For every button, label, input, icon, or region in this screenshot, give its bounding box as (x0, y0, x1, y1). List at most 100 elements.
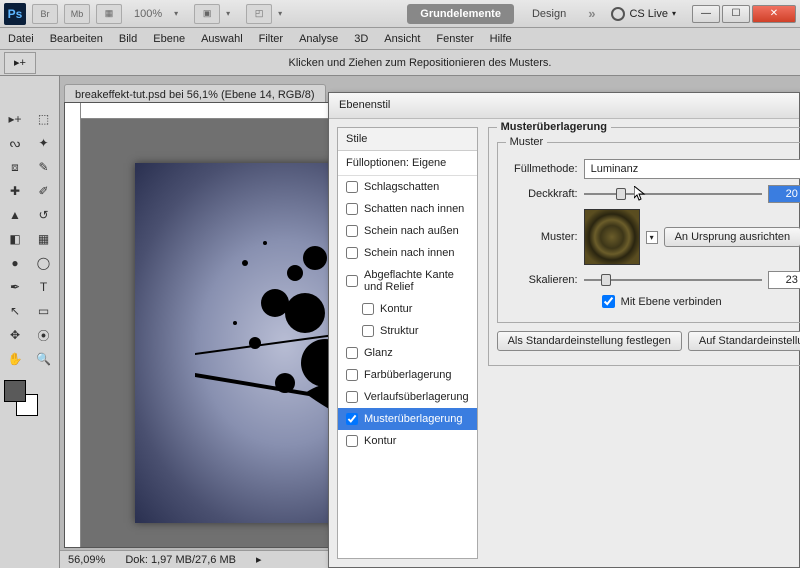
crop-tool[interactable]: ⧈ (2, 156, 28, 178)
menu-hilfe[interactable]: Hilfe (490, 33, 512, 45)
style-item[interactable]: Glanz (338, 342, 477, 364)
pattern-thumbnail[interactable] (584, 209, 640, 265)
status-more-icon[interactable]: ▸ (256, 553, 262, 566)
menu-bild[interactable]: Bild (119, 33, 137, 45)
workspace-design[interactable]: Design (520, 5, 578, 23)
workspace-more[interactable]: » (584, 6, 599, 21)
current-tool-icon[interactable]: ▸+ (4, 52, 36, 74)
style-item[interactable]: Kontur (338, 298, 477, 320)
maximize-button[interactable]: ☐ (722, 5, 750, 23)
snap-to-origin-button[interactable]: An Ursprung ausrichten (664, 227, 800, 247)
zoom-dropdown[interactable] (174, 7, 188, 21)
blur-tool[interactable]: ● (2, 252, 28, 274)
stamp-tool[interactable]: ▲ (2, 204, 28, 226)
status-doc[interactable]: Dok: 1,97 MB/27,6 MB (125, 554, 236, 566)
close-button[interactable]: ✕ (752, 5, 796, 23)
style-item[interactable]: Farbüberlagerung (338, 364, 477, 386)
arrange-button[interactable]: ▣ (194, 4, 220, 24)
style-item[interactable]: Struktur (338, 320, 477, 342)
style-checkbox[interactable] (362, 325, 374, 337)
menu-filter[interactable]: Filter (259, 33, 283, 45)
menu-auswahl[interactable]: Auswahl (201, 33, 243, 45)
link-with-layer-checkbox[interactable] (602, 295, 615, 308)
menu-ebene[interactable]: Ebene (153, 33, 185, 45)
minimize-button[interactable]: — (692, 5, 720, 23)
menu-datei[interactable]: Datei (8, 33, 34, 45)
menu-fenster[interactable]: Fenster (436, 33, 473, 45)
fill-options[interactable]: Fülloptionen: Eigene (338, 151, 477, 176)
screen-mode-dropdown[interactable] (278, 7, 292, 21)
pattern-picker-dropdown[interactable]: ▾ (646, 231, 658, 244)
3d-tool[interactable]: ✥ (2, 324, 28, 346)
style-checkbox[interactable] (362, 303, 374, 315)
style-checkbox[interactable] (346, 203, 358, 215)
make-default-button[interactable]: Als Standardeinstellung festlegen (497, 331, 682, 351)
path-tool[interactable]: ↖ (2, 300, 28, 322)
camera-tool[interactable]: ⦿ (31, 324, 57, 346)
title-bar: Ps Br Mb ▦ 100% ▣ ◰ Grundelemente Design… (0, 0, 800, 28)
brush-tool[interactable]: ✐ (31, 180, 57, 202)
heal-tool[interactable]: ✚ (2, 180, 28, 202)
style-checkbox[interactable] (346, 391, 358, 403)
reset-default-button[interactable]: Auf Standardeinstellung (688, 331, 800, 351)
foreground-color[interactable] (4, 380, 26, 402)
opacity-slider[interactable] (584, 186, 762, 202)
style-item[interactable]: Kontur (338, 430, 477, 452)
bridge-button[interactable]: Br (32, 4, 58, 24)
pattern-group-label: Muster (506, 136, 548, 148)
eraser-tool[interactable]: ◧ (2, 228, 28, 250)
blend-mode-dropdown[interactable]: Luminanz▾ (584, 159, 800, 179)
style-item[interactable]: Schatten nach innen (338, 198, 477, 220)
style-checkbox[interactable] (346, 225, 358, 237)
opacity-input[interactable] (768, 185, 800, 203)
style-checkbox[interactable] (346, 413, 358, 425)
style-label: Kontur (380, 303, 412, 315)
document-tab[interactable]: breakeffekt-tut.psd bei 56,1% (Ebene 14,… (64, 84, 326, 103)
lasso-tool[interactable]: ᔓ (2, 132, 28, 154)
color-swatch[interactable] (4, 380, 44, 416)
menu-bearbeiten[interactable]: Bearbeiten (50, 33, 103, 45)
style-label: Glanz (364, 347, 393, 359)
style-item[interactable]: Musterüberlagerung (338, 408, 477, 430)
style-item[interactable]: Schein nach außen (338, 220, 477, 242)
style-checkbox[interactable] (346, 435, 358, 447)
style-checkbox[interactable] (346, 347, 358, 359)
workspace-grundelemente[interactable]: Grundelemente (407, 4, 514, 24)
zoom-level[interactable]: 100% (128, 8, 168, 20)
scale-slider[interactable] (584, 272, 762, 288)
style-checkbox[interactable] (346, 275, 358, 287)
marquee-tool[interactable]: ⬚ (31, 108, 57, 130)
styles-header[interactable]: Stile (338, 128, 477, 151)
eyedropper-tool[interactable]: ✎ (31, 156, 57, 178)
shape-tool[interactable]: ▭ (31, 300, 57, 322)
dodge-tool[interactable]: ◯ (31, 252, 57, 274)
pen-tool[interactable]: ✒ (2, 276, 28, 298)
minibridge-button[interactable]: Mb (64, 4, 90, 24)
hand-tool[interactable]: ✋ (2, 348, 28, 370)
menu-3d[interactable]: 3D (354, 33, 368, 45)
style-label: Abgeflachte Kante und Relief (364, 269, 469, 293)
style-checkbox[interactable] (346, 247, 358, 259)
scale-input[interactable] (768, 271, 800, 289)
gradient-tool[interactable]: ▦ (31, 228, 57, 250)
type-tool[interactable]: T (31, 276, 57, 298)
style-item[interactable]: Schein nach innen (338, 242, 477, 264)
menu-analyse[interactable]: Analyse (299, 33, 338, 45)
arrange-dropdown[interactable] (226, 7, 240, 21)
style-item[interactable]: Verlaufsüberlagerung (338, 386, 477, 408)
style-item[interactable]: Schlagschatten (338, 176, 477, 198)
view-extras-button[interactable]: ▦ (96, 4, 122, 24)
style-item[interactable]: Abgeflachte Kante und Relief (338, 264, 477, 298)
menu-ansicht[interactable]: Ansicht (384, 33, 420, 45)
status-zoom[interactable]: 56,09% (68, 554, 105, 566)
zoom-tool[interactable]: 🔍 (31, 348, 57, 370)
style-checkbox[interactable] (346, 369, 358, 381)
style-checkbox[interactable] (346, 181, 358, 193)
ruler-vertical[interactable] (65, 103, 81, 547)
screen-mode-button[interactable]: ◰ (246, 4, 272, 24)
move-tool[interactable]: ▸+ (2, 108, 28, 130)
cs-live[interactable]: CS Live▾ (605, 7, 682, 21)
history-brush-tool[interactable]: ↺ (31, 204, 57, 226)
wand-tool[interactable]: ✦ (31, 132, 57, 154)
pattern-overlay-group: Musterüberlagerung Muster Füllmethode: L… (488, 127, 800, 366)
